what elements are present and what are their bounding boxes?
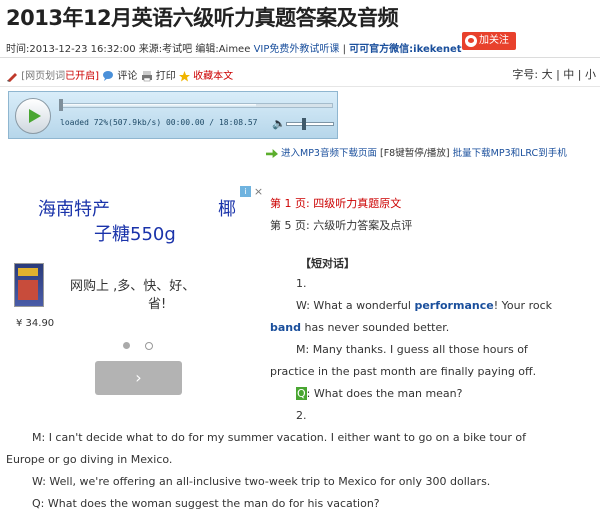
dialogue-line: M: I can't decide what to do for my summ…	[32, 431, 527, 444]
question-marker: Q	[296, 387, 307, 400]
ad-banner[interactable]: 海南特产 椰 子糖550g i × 网购上 ,多、快、好、 省! ¥ 34.90…	[8, 183, 266, 405]
close-icon[interactable]: ×	[253, 186, 264, 197]
dialogue-line: W: What a wonderful performance! Your ro…	[296, 299, 553, 312]
dialogue-line: M: Many thanks. I guess all those hours …	[296, 343, 528, 356]
ad-headline[interactable]: 海南特产	[38, 195, 110, 221]
star-icon	[178, 70, 190, 81]
ad-headline-2[interactable]: 子糖550g	[94, 220, 176, 246]
weibo-follow-button[interactable]: 加关注	[462, 32, 516, 50]
font-size-medium[interactable]: 中	[563, 68, 574, 81]
dialogue-line: practice in the past month are finally p…	[270, 365, 537, 378]
question-line: Q: What does the man mean?	[296, 387, 463, 400]
web-zone-state: 已开启]	[65, 71, 99, 82]
ad-description-2[interactable]: 省!	[148, 293, 166, 312]
player-status: loaded 72%(507.9kb/s) 00:00.00 / 18:08.5…	[60, 118, 258, 127]
progress-handle[interactable]	[59, 99, 63, 111]
divider	[0, 57, 600, 58]
ad-price: ¥ 34.90	[16, 318, 55, 329]
source: 来源:考试吧	[138, 44, 193, 55]
pencil-icon	[7, 73, 17, 82]
page-link-5[interactable]: 第 5 页: 六级听力答案及点评	[270, 217, 412, 233]
item-number: 2.	[296, 409, 307, 422]
article-meta: 时间:2013-12-23 16:32:00 来源:考试吧 编辑:Aimee V…	[6, 44, 462, 55]
editor: 编辑:Aimee	[195, 44, 251, 55]
mp3-download-link[interactable]: 进入MP3音频下载页面	[281, 148, 377, 159]
audio-player: loaded 72%(507.9kb/s) 00:00.00 / 18:08.5…	[8, 91, 338, 139]
wechat-link[interactable]: 可可官方微信:ikekenet	[349, 44, 461, 55]
ad-next-button[interactable]: ›	[95, 361, 182, 395]
info-icon[interactable]: i	[240, 186, 251, 197]
ad-description[interactable]: 网购上 ,多、快、好、	[70, 275, 195, 294]
comment-link[interactable]: 评论	[117, 71, 137, 82]
section-heading: 【短对话】	[300, 257, 355, 270]
progress-track[interactable]	[61, 103, 333, 108]
product-image[interactable]	[14, 263, 44, 307]
publish-time: 时间:2013-12-23 16:32:00	[6, 44, 136, 55]
web-zone-toggle[interactable]: [网页划词	[21, 71, 65, 82]
favorite-link[interactable]: 收藏本文	[193, 71, 233, 82]
article-title: 2013年12月英语六级听力真题答案及音频	[6, 6, 399, 30]
dialogue-line: W: Well, we're offering an all-inclusive…	[32, 475, 491, 488]
print-link[interactable]: 打印	[156, 71, 176, 82]
volume-handle[interactable]	[302, 118, 306, 130]
download-links: 进入MP3音频下载页面 [F8键暂停/播放] 批量下载MP3和LRC到手机	[266, 146, 596, 161]
font-size-switch: 字号: 大 | 中 | 小	[512, 68, 596, 81]
arrow-icon	[266, 149, 278, 158]
play-icon[interactable]	[15, 98, 51, 134]
dialogue-line: band has never sounded better.	[270, 321, 450, 334]
carousel-dot-active[interactable]	[123, 342, 130, 349]
font-size-large[interactable]: 大	[542, 68, 553, 81]
weibo-follow-label: 加关注	[479, 35, 509, 46]
progress-fill	[62, 104, 257, 107]
keyword-link[interactable]: band	[270, 321, 301, 334]
vip-trial-link[interactable]: VIP免费外教试听课	[254, 44, 340, 55]
batch-download-link[interactable]: 批量下载MP3和LRC到手机	[453, 148, 567, 159]
font-size-label: 字号:	[512, 68, 539, 81]
comment-icon	[103, 71, 114, 81]
divider	[0, 86, 600, 87]
page-link-1[interactable]: 第 1 页: 四级听力真题原文	[270, 195, 401, 211]
question-line: Q: What does the woman suggest the man d…	[32, 497, 380, 510]
ad-headline-end[interactable]: 椰	[218, 195, 236, 221]
weibo-icon	[465, 35, 477, 47]
dialogue-line: Europe or go diving in Mexico.	[6, 453, 173, 466]
shortcut-hint: [F8键暂停/播放]	[380, 148, 450, 159]
speaker-icon[interactable]: 🔈	[272, 117, 286, 130]
keyword-link[interactable]: performance	[414, 299, 493, 312]
item-number: 1.	[296, 277, 307, 290]
article-tools: [网页划词已开启] 评论 打印 收藏本文	[6, 67, 233, 82]
print-icon	[141, 71, 152, 82]
carousel-dot[interactable]	[145, 342, 153, 350]
font-size-small[interactable]: 小	[585, 68, 596, 81]
volume-slider[interactable]	[286, 122, 334, 126]
